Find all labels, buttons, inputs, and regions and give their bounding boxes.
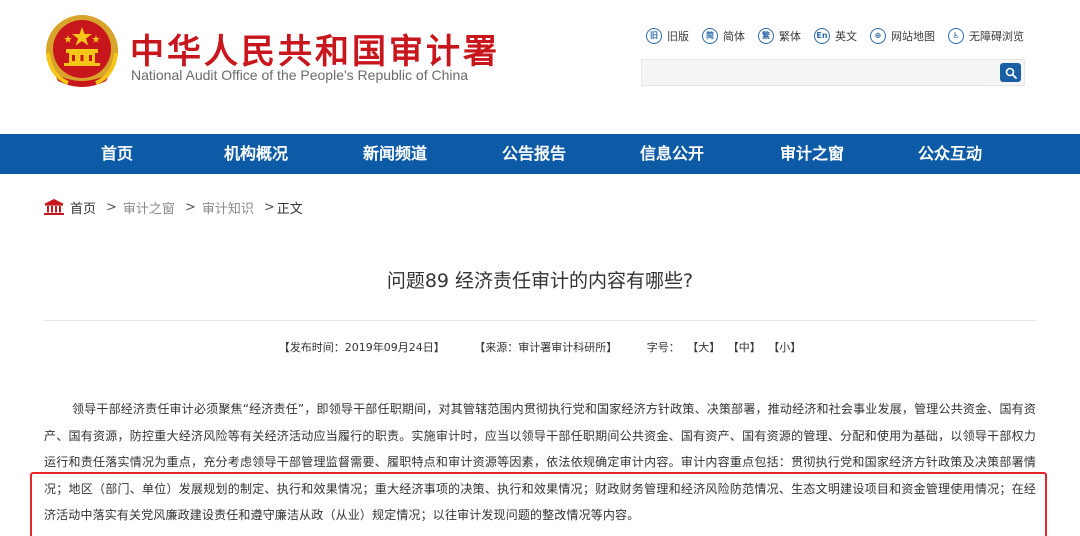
breadcrumb-separator: > (263, 199, 275, 215)
breadcrumb-separator: > (106, 199, 117, 215)
english-link[interactable]: En 英文 (814, 28, 857, 44)
simplified-label: 简体 (723, 30, 745, 43)
article-title: 问题89 经济责任审计的内容有哪些? (386, 270, 694, 292)
site-title-en: National Audit Office of the People's Re… (131, 67, 469, 83)
simplified-link[interactable]: 简 简体 (702, 28, 745, 44)
traditional-label: 繁体 (779, 30, 801, 43)
article-meta: 【发布时间：2019年09月24日】 【来源：审计署审计科研所】 字号： 【大】… (0, 339, 1080, 355)
site-header: 中华人民共和国审计署 National Audit Office of the … (0, 0, 1080, 134)
site-title-cn: 中华人民共和国审计署 (130, 32, 500, 72)
article-source: 【来源：审计署审计科研所】 (474, 341, 618, 354)
sitemap-link[interactable]: ⊕ 网站地图 (870, 28, 935, 44)
nav-item-announcements[interactable]: 公告报告 (502, 134, 566, 174)
accessibility-link[interactable]: ♿ 无障碍浏览 (948, 28, 1024, 44)
breadcrumb-audit-window[interactable]: 审计之窗 (123, 198, 175, 217)
traditional-link[interactable]: 繁 繁体 (758, 28, 801, 44)
breadcrumb-audit-knowledge[interactable]: 审计知识 (202, 198, 254, 217)
accessibility-label: 无障碍浏览 (969, 30, 1024, 43)
breadcrumb-separator: > (184, 199, 196, 215)
english-label: 英文 (835, 30, 857, 43)
traditional-icon: 繁 (758, 28, 774, 44)
simplified-icon: 简 (702, 28, 718, 44)
font-size-medium-button[interactable]: 【中】 (728, 339, 761, 355)
main-nav: 首页 机构概况 新闻频道 公告报告 信息公开 审计之窗 公众互动 (0, 134, 1080, 174)
font-size-large-button[interactable]: 【大】 (687, 339, 720, 355)
breadcrumb-current: 正文 (276, 201, 303, 217)
old-version-icon: 旧 (646, 28, 662, 44)
nav-item-public-interaction[interactable]: 公众互动 (918, 134, 982, 174)
nav-item-info-disclosure[interactable]: 信息公开 (640, 134, 704, 174)
old-version-link[interactable]: 旧 旧版 (646, 28, 689, 44)
nav-item-home[interactable]: 首页 (101, 134, 133, 174)
english-icon: En (814, 28, 830, 44)
sitemap-icon: ⊕ (870, 28, 886, 44)
font-size-small-button[interactable]: 【小】 (768, 339, 801, 355)
nav-item-news[interactable]: 新闻频道 (363, 134, 427, 174)
search-button[interactable] (1000, 63, 1021, 82)
old-version-label: 旧版 (667, 30, 689, 43)
sitemap-label: 网站地图 (891, 30, 935, 43)
font-size-label: 字号： (646, 341, 680, 354)
nav-item-organization[interactable]: 机构概况 (224, 134, 288, 174)
accessibility-icon: ♿ (948, 28, 964, 44)
breadcrumb-home[interactable]: 首页 (70, 198, 96, 217)
publish-time: 【发布时间：2019年09月24日】 (278, 341, 445, 354)
top-links: 旧 旧版 简 简体 繁 繁体 En 英文 ⊕ 网站地图 ♿ 无障碍浏览 (646, 27, 1037, 45)
search-input[interactable] (642, 60, 997, 85)
article-body: 领导干部经济责任审计必须聚焦“经济责任”，即领导干部任职期间，对其管辖范围内贯彻… (44, 402, 1036, 522)
breadcrumb: 首页 > 审计之窗 > 审计知识 > 正文 (44, 197, 303, 217)
home-icon (44, 199, 64, 215)
title-divider (44, 320, 1036, 321)
search-icon (1005, 67, 1017, 79)
search-box (641, 59, 1025, 86)
national-emblem-logo[interactable] (44, 13, 120, 91)
nav-item-audit-window[interactable]: 审计之窗 (780, 134, 844, 174)
